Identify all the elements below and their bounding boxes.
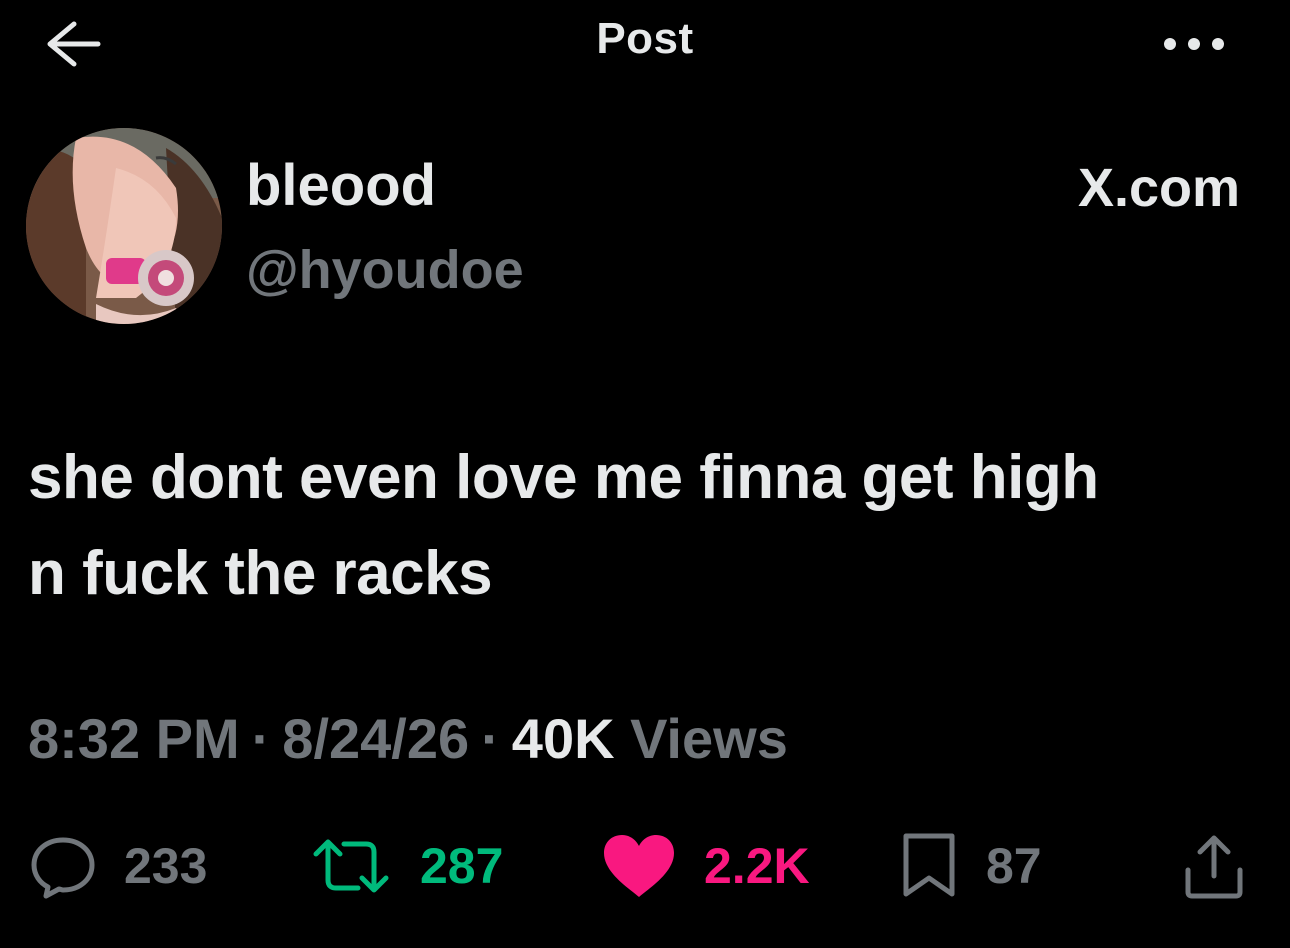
like-count: 2.2K bbox=[704, 838, 810, 894]
reply-icon bbox=[31, 837, 95, 899]
action-bar: 233 287 2.2K 87 bbox=[0, 826, 1290, 916]
bookmark-count: 87 bbox=[986, 838, 1042, 894]
meta-separator: · bbox=[251, 707, 271, 770]
share-icon bbox=[1185, 835, 1243, 899]
page-title: Post bbox=[596, 14, 694, 63]
avatar[interactable] bbox=[26, 128, 222, 324]
heart-filled-icon bbox=[604, 835, 674, 897]
back-button[interactable] bbox=[40, 18, 104, 70]
post-text-line: she dont even love me finna get high bbox=[28, 443, 1099, 512]
views-label: Views bbox=[630, 707, 788, 770]
post-time[interactable]: 8:32 PM bbox=[28, 707, 240, 770]
like-button[interactable]: 2.2K bbox=[600, 826, 810, 906]
bookmark-button[interactable]: 87 bbox=[898, 826, 1042, 906]
arrow-left-icon bbox=[47, 21, 101, 67]
more-options-button[interactable] bbox=[1158, 26, 1230, 62]
post-text: she dont even love me finna get high n f… bbox=[28, 430, 1268, 622]
author-handle[interactable]: @hyoudoe bbox=[246, 236, 524, 304]
repost-icon bbox=[313, 839, 389, 893]
source-watermark: X.com bbox=[1077, 158, 1240, 218]
share-button[interactable] bbox=[1178, 826, 1250, 906]
post-meta: 8:32 PM · 8/24/26 · 40K Views bbox=[28, 702, 788, 776]
repost-button[interactable]: 287 bbox=[308, 826, 503, 906]
avatar-image bbox=[26, 128, 222, 324]
views-count[interactable]: 40K bbox=[512, 707, 615, 770]
meta-separator: · bbox=[481, 707, 500, 770]
reply-count: 233 bbox=[124, 838, 208, 894]
repost-count: 287 bbox=[420, 838, 504, 894]
bookmark-icon bbox=[903, 833, 955, 897]
top-bar: Post bbox=[0, 0, 1290, 90]
post-date[interactable]: 8/24/26 bbox=[282, 707, 469, 770]
author-display-name[interactable]: bleood bbox=[246, 150, 436, 222]
post-text-line: n fuck the racks bbox=[28, 539, 493, 608]
more-horizontal-icon bbox=[1164, 38, 1224, 50]
reply-button[interactable]: 233 bbox=[28, 826, 207, 906]
